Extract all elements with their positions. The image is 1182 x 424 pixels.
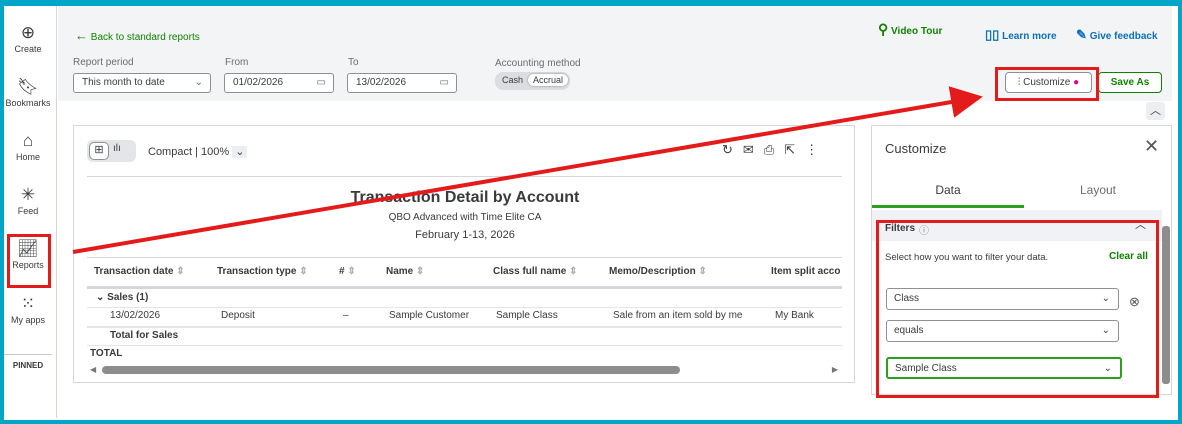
annotation-arrow: [72, 86, 983, 254]
